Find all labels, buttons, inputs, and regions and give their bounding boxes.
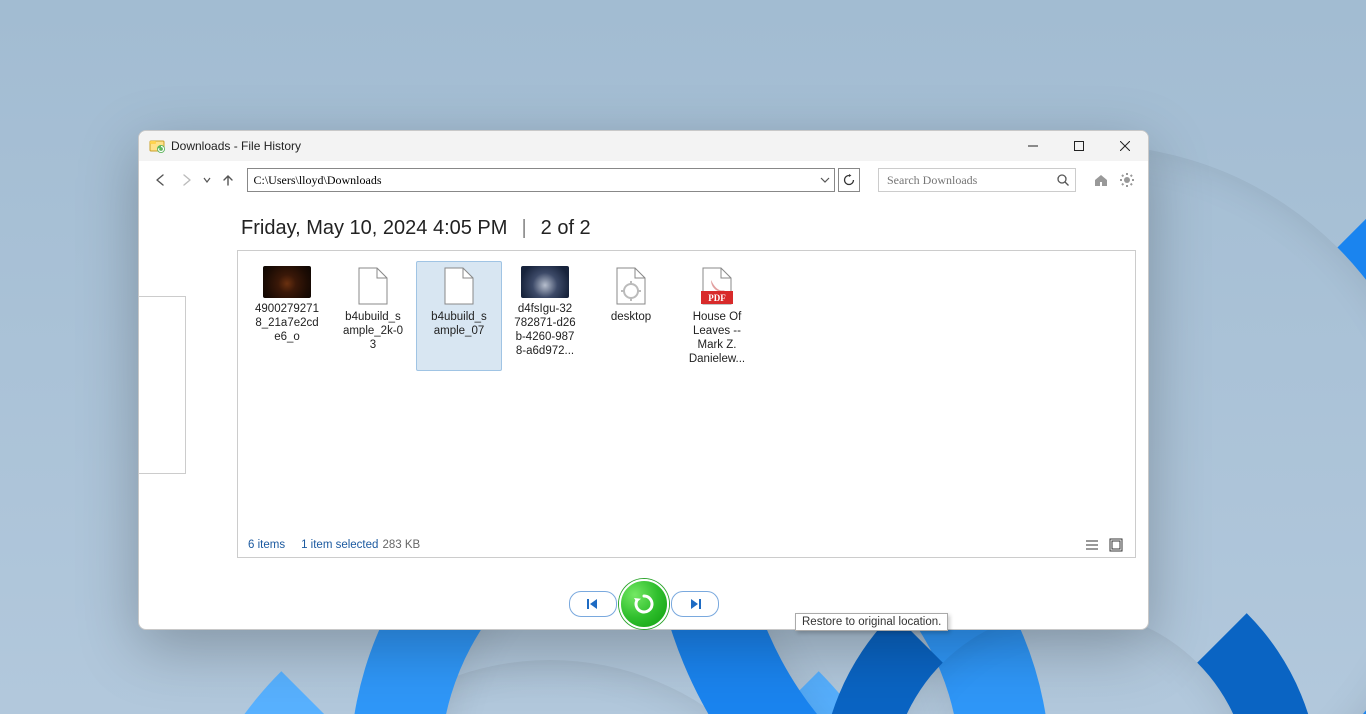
app-icon — [149, 138, 165, 154]
image-thumbnail — [521, 266, 569, 298]
home-icon[interactable] — [1092, 171, 1110, 189]
snapshot-header: Friday, May 10, 2024 4:05 PM | 2 of 2 — [241, 217, 1136, 240]
forward-button[interactable] — [176, 168, 197, 192]
snapshot-separator: | — [521, 217, 526, 240]
file-name-label: desktop — [611, 310, 651, 324]
image-thumbnail — [263, 266, 311, 298]
status-item-count: 6 items — [248, 539, 285, 551]
status-selection: 1 item selected — [301, 539, 378, 551]
restore-tooltip: Restore to original location. — [795, 613, 948, 631]
generic-file-icon — [350, 266, 396, 306]
view-toggles — [1083, 536, 1125, 554]
search-input[interactable] — [879, 173, 1051, 188]
window-title: Downloads - File History — [171, 139, 301, 153]
file-item[interactable]: b4ubuild_s ample_2k-0 3 — [330, 261, 416, 371]
search-icon[interactable] — [1051, 173, 1075, 187]
next-version-button[interactable] — [671, 591, 719, 617]
toolbar — [139, 161, 1148, 199]
back-button[interactable] — [151, 168, 172, 192]
file-item[interactable]: PDF House Of Leaves -- Mark Z. Danielew..… — [674, 261, 760, 371]
search-box[interactable] — [878, 168, 1076, 192]
pdf-file-icon: PDF — [694, 266, 740, 306]
status-bar: 6 items 1 item selected 283 KB — [238, 533, 1135, 557]
file-item[interactable]: desktop — [588, 261, 674, 371]
toolbar-extra — [1092, 171, 1136, 189]
file-name-label: b4ubuild_s ample_2k-0 3 — [343, 310, 403, 352]
file-item[interactable]: b4ubuild_s ample_07 — [416, 261, 502, 371]
details-view-icon[interactable] — [1083, 536, 1101, 554]
previous-version-button[interactable] — [569, 591, 617, 617]
ini-file-icon — [608, 266, 654, 306]
status-size: 283 KB — [382, 539, 420, 551]
titlebar[interactable]: Downloads - File History — [139, 131, 1148, 161]
close-button[interactable] — [1102, 131, 1148, 161]
restore-button[interactable] — [619, 579, 669, 629]
thumbnails-view-icon[interactable] — [1107, 536, 1125, 554]
address-dropdown-icon[interactable] — [816, 175, 834, 185]
window-controls — [1010, 131, 1148, 161]
recent-locations-button[interactable] — [200, 173, 214, 187]
generic-file-icon — [436, 266, 482, 306]
up-button[interactable] — [218, 168, 239, 192]
file-name-label: House Of Leaves -- Mark Z. Danielew... — [689, 310, 745, 366]
address-input[interactable] — [248, 169, 816, 191]
file-item[interactable]: d4fsIgu-32 782871-d26 b-4260-987 8-a6d97… — [502, 261, 588, 371]
refresh-button[interactable] — [838, 168, 861, 192]
address-bar[interactable] — [247, 168, 835, 192]
snapshot-index: 2 of 2 — [541, 217, 591, 240]
maximize-button[interactable] — [1056, 131, 1102, 161]
previous-version-sliver[interactable] — [139, 296, 186, 474]
gear-icon[interactable] — [1118, 171, 1136, 189]
file-name-label: d4fsIgu-32 782871-d26 b-4260-987 8-a6d97… — [514, 302, 575, 358]
minimize-button[interactable] — [1010, 131, 1056, 161]
content-area: Friday, May 10, 2024 4:05 PM | 2 of 2 49… — [139, 199, 1148, 579]
snapshot-datetime: Friday, May 10, 2024 4:05 PM — [241, 217, 507, 240]
file-name-label: b4ubuild_s ample_07 — [431, 310, 487, 338]
file-name-label: 4900279271 8_21a7e2cd e6_o — [255, 302, 319, 344]
svg-text:PDF: PDF — [708, 293, 726, 303]
file-item[interactable]: 4900279271 8_21a7e2cd e6_o — [244, 261, 330, 371]
file-history-window: Downloads - File History Friday, Ma — [138, 130, 1149, 630]
bottom-controls: Restore to original location. — [139, 579, 1148, 629]
file-grid[interactable]: 4900279271 8_21a7e2cd e6_o b4ubuild_s amp… — [238, 251, 1135, 533]
file-pane: 4900279271 8_21a7e2cd e6_o b4ubuild_s amp… — [237, 250, 1136, 558]
